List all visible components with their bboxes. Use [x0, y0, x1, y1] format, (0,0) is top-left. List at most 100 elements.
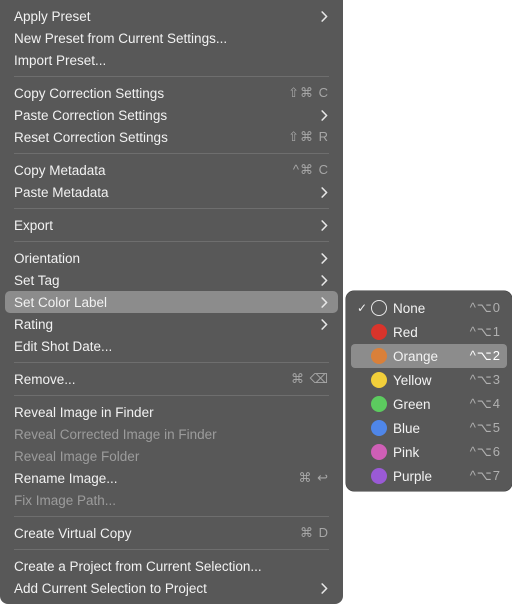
- menu-item-rating[interactable]: Rating: [5, 313, 338, 335]
- chevron-right-icon: [319, 582, 329, 594]
- chevron-right-icon: [319, 296, 329, 308]
- chevron-right-icon: [319, 252, 329, 264]
- menu-separator: [14, 241, 329, 242]
- menu-item-label: Import Preset...: [14, 52, 107, 68]
- color-label-shortcut: ^⌥7: [469, 468, 501, 483]
- color-label-shortcut: ^⌥3: [469, 372, 501, 387]
- color-swatch-icon: [371, 372, 387, 388]
- menu-item-orientation[interactable]: Orientation: [5, 247, 338, 269]
- context-menu: Apply Preset New Preset from Current Sett…: [0, 0, 343, 604]
- menu-item-label: Set Tag: [14, 272, 60, 288]
- menu-item-label: Apply Preset: [14, 8, 91, 24]
- menu-item-fix-image-path: Fix Image Path...: [5, 489, 338, 511]
- menu-item-label: Reset Correction Settings: [14, 129, 168, 145]
- color-swatch-icon: [371, 420, 387, 436]
- menu-item-label: Create Virtual Copy: [14, 525, 132, 541]
- menu-item-edit-shot-date[interactable]: Edit Shot Date...: [5, 335, 338, 357]
- color-label-shortcut: ^⌥0: [469, 300, 501, 315]
- color-label-text: Green: [393, 396, 431, 412]
- color-label-text: Yellow: [393, 372, 432, 388]
- menu-item-new-preset-from-current-settings[interactable]: New Preset from Current Settings...: [5, 27, 338, 49]
- menu-item-reveal-corrected-image-in-finder: Reveal Corrected Image in Finder: [5, 423, 338, 445]
- color-label-text: Orange: [393, 348, 439, 364]
- color-label-shortcut: ^⌥2: [469, 348, 501, 363]
- menu-item-shortcut: ⇧⌘ C: [288, 85, 329, 100]
- menu-item-label: Remove...: [14, 371, 76, 387]
- color-label-blue[interactable]: Blue ^⌥5: [351, 416, 507, 440]
- menu-item-shortcut: ⌘ D: [300, 525, 329, 540]
- menu-separator: [14, 549, 329, 550]
- menu-item-reveal-image-in-finder[interactable]: Reveal Image in Finder: [5, 401, 338, 423]
- menu-item-label: Orientation: [14, 250, 81, 266]
- color-label-text: Red: [393, 324, 418, 340]
- menu-item-rename-image[interactable]: Rename Image... ⌘ ↩: [5, 467, 338, 489]
- chevron-right-icon: [319, 10, 329, 22]
- color-swatch-icon: [371, 396, 387, 412]
- color-swatch-icon: [371, 444, 387, 460]
- chevron-right-icon: [319, 318, 329, 330]
- menu-item-copy-correction-settings[interactable]: Copy Correction Settings ⇧⌘ C: [5, 82, 338, 104]
- chevron-right-icon: [319, 186, 329, 198]
- chevron-right-icon: [319, 274, 329, 286]
- menu-item-label: Reveal Image Folder: [14, 448, 140, 464]
- menu-item-label: Add Current Selection to Project: [14, 580, 207, 596]
- color-label-shortcut: ^⌥1: [469, 324, 501, 339]
- menu-item-copy-metadata[interactable]: Copy Metadata ^⌘ C: [5, 159, 338, 181]
- color-label-shortcut: ^⌥4: [469, 396, 501, 411]
- menu-item-label: Create a Project from Current Selection.…: [14, 558, 262, 574]
- menu-item-add-current-selection-to-project[interactable]: Add Current Selection to Project: [5, 577, 338, 599]
- color-label-none[interactable]: ✓ None ^⌥0: [351, 296, 507, 320]
- menu-item-label: Copy Correction Settings: [14, 85, 165, 101]
- chevron-right-icon: [319, 219, 329, 231]
- menu-item-label: Paste Metadata: [14, 184, 109, 200]
- color-label-text: Blue: [393, 420, 421, 436]
- color-label-text: Purple: [393, 468, 433, 484]
- color-swatch-icon: [371, 324, 387, 340]
- menu-item-export[interactable]: Export: [5, 214, 338, 236]
- color-label-text: Pink: [393, 444, 420, 460]
- color-swatch-icon: [371, 300, 387, 316]
- menu-separator: [14, 362, 329, 363]
- menu-item-paste-metadata[interactable]: Paste Metadata: [5, 181, 338, 203]
- menu-item-apply-preset[interactable]: Apply Preset: [5, 5, 338, 27]
- color-label-green[interactable]: Green ^⌥4: [351, 392, 507, 416]
- menu-item-create-a-project-from-current-selection[interactable]: Create a Project from Current Selection.…: [5, 555, 338, 577]
- menu-separator: [14, 208, 329, 209]
- color-label-pink[interactable]: Pink ^⌥6: [351, 440, 507, 464]
- menu-item-set-tag[interactable]: Set Tag: [5, 269, 338, 291]
- menu-item-label: Reveal Corrected Image in Finder: [14, 426, 217, 442]
- color-label-yellow[interactable]: Yellow ^⌥3: [351, 368, 507, 392]
- menu-item-label: Edit Shot Date...: [14, 338, 113, 354]
- menu-item-label: Copy Metadata: [14, 162, 106, 178]
- menu-item-create-virtual-copy[interactable]: Create Virtual Copy ⌘ D: [5, 522, 338, 544]
- menu-item-remove[interactable]: Remove... ⌘ ⌫: [5, 368, 338, 390]
- checkmark-icon: ✓: [356, 301, 368, 315]
- menu-item-shortcut: ⌘ ↩: [298, 470, 329, 485]
- chevron-right-icon: [319, 109, 329, 121]
- menu-item-shortcut: ⇧⌘ R: [288, 129, 329, 144]
- color-label-purple[interactable]: Purple ^⌥7: [351, 464, 507, 488]
- color-label-orange[interactable]: Orange ^⌥2: [351, 344, 507, 368]
- menu-item-shortcut: ^⌘ C: [292, 162, 329, 177]
- color-swatch-icon: [371, 348, 387, 364]
- color-label-shortcut: ^⌥6: [469, 444, 501, 459]
- color-label-red[interactable]: Red ^⌥1: [351, 320, 507, 344]
- menu-item-label: New Preset from Current Settings...: [14, 30, 228, 46]
- menu-item-set-color-label[interactable]: Set Color Label: [5, 291, 338, 313]
- menu-separator: [14, 76, 329, 77]
- menu-item-label: Fix Image Path...: [14, 492, 117, 508]
- menu-item-label: Reveal Image in Finder: [14, 404, 154, 420]
- color-label-text: None: [393, 300, 426, 316]
- menu-item-shortcut: ⌘ ⌫: [291, 371, 329, 386]
- menu-item-paste-correction-settings[interactable]: Paste Correction Settings: [5, 104, 338, 126]
- menu-item-label: Set Color Label: [14, 294, 108, 310]
- menu-item-label: Rename Image...: [14, 470, 118, 486]
- menu-separator: [14, 395, 329, 396]
- menu-item-import-preset[interactable]: Import Preset...: [5, 49, 338, 71]
- menu-item-label: Rating: [14, 316, 54, 332]
- menu-item-reset-correction-settings[interactable]: Reset Correction Settings ⇧⌘ R: [5, 126, 338, 148]
- color-label-submenu: ✓ None ^⌥0 Red ^⌥1 Orange ^⌥2 Yellow ^⌥3 Green ^⌥4…: [346, 291, 512, 491]
- menu-item-label: Paste Correction Settings: [14, 107, 168, 123]
- color-swatch-icon: [371, 468, 387, 484]
- menu-item-label: Export: [14, 217, 54, 233]
